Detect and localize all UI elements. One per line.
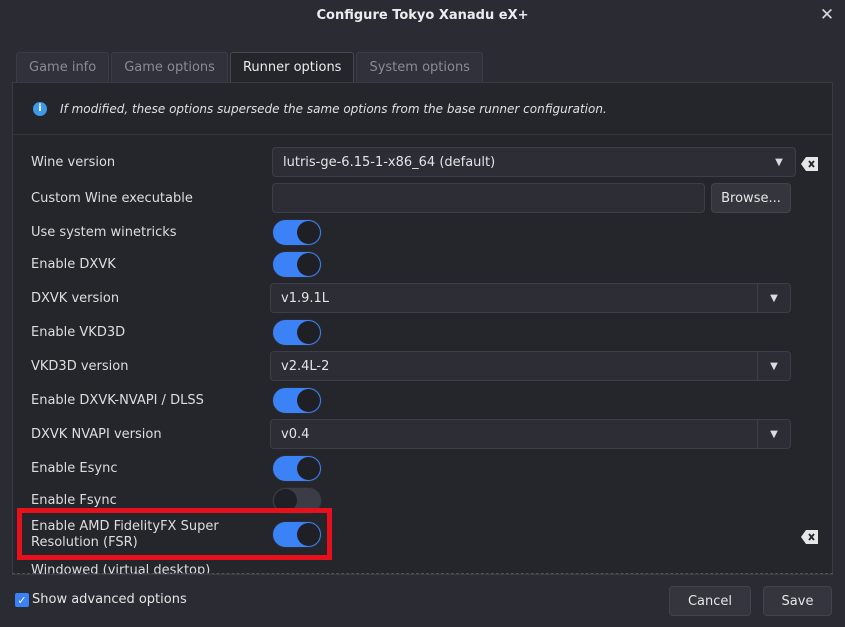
clear-icon[interactable] [801, 530, 819, 544]
system-winetricks-toggle[interactable] [272, 219, 322, 246]
tab-system-options[interactable]: System options [356, 52, 483, 82]
toggle-knob [297, 389, 320, 412]
chevron-down-icon[interactable]: ▼ [758, 420, 790, 448]
wine-version-label: Wine version [31, 155, 116, 170]
chevron-down-icon[interactable]: ▼ [758, 284, 790, 312]
fsr-highlight-box [17, 508, 332, 560]
dxvk-nvapi-version-label: DXVK NVAPI version [31, 427, 162, 442]
info-icon: i [33, 101, 47, 116]
dxvk-version-value: v1.9.1L [281, 290, 330, 306]
toggle-knob [297, 221, 320, 244]
panel-divider [12, 573, 833, 574]
chevron-down-icon: ▼ [775, 156, 783, 168]
custom-wine-input[interactable] [272, 183, 705, 213]
cancel-button[interactable]: Cancel [669, 586, 751, 616]
browse-button[interactable]: Browse... [711, 183, 791, 213]
vkd3d-version-value: v2.4L-2 [281, 358, 330, 374]
dxvk-nvapi-version-value: v0.4 [281, 426, 310, 442]
clear-icon[interactable] [801, 157, 819, 171]
wine-version-value: lutris-ge-6.15-1-x86_64 (default) [283, 154, 496, 170]
system-winetricks-label: Use system winetricks [31, 225, 177, 240]
toggle-knob [297, 457, 320, 480]
dxvk-version-label: DXVK version [31, 291, 120, 306]
dxvk-nvapi-version-select[interactable]: v0.4 ▼ [270, 419, 791, 449]
tab-bar: Game info Game options Runner options Sy… [16, 52, 485, 82]
tab-runner-options[interactable]: Runner options [229, 52, 355, 82]
runner-options-panel[interactable]: i If modified, these options supersede t… [12, 82, 833, 575]
vkd3d-version-label: VKD3D version [31, 359, 129, 374]
toggle-knob [297, 253, 320, 276]
close-icon[interactable]: ✕ [815, 3, 839, 27]
enable-dxvk-label: Enable DXVK [31, 257, 116, 272]
enable-dxvk-toggle[interactable] [272, 251, 322, 278]
enable-dxvk-nvapi-toggle[interactable] [272, 387, 322, 414]
dxvk-version-select[interactable]: v1.9.1L ▼ [270, 283, 791, 313]
window-titlebar: Configure Tokyo Xanadu eX+ ✕ [0, 0, 845, 30]
toggle-knob [297, 321, 320, 344]
enable-esync-toggle[interactable] [272, 455, 322, 482]
info-text: If modified, these options supersede the… [60, 101, 607, 116]
enable-esync-label: Enable Esync [31, 461, 118, 476]
enable-fsync-label: Enable Fsync [31, 493, 117, 508]
enable-dxvk-nvapi-label: Enable DXVK-NVAPI / DLSS [31, 393, 204, 408]
window-title: Configure Tokyo Xanadu eX+ [316, 7, 529, 23]
info-banner: i If modified, these options supersede t… [13, 83, 832, 135]
wine-version-select[interactable]: lutris-ge-6.15-1-x86_64 (default) ▼ [272, 147, 796, 177]
enable-vkd3d-label: Enable VKD3D [31, 325, 126, 340]
show-advanced-checkbox[interactable]: ✓ [15, 593, 29, 607]
show-advanced-label[interactable]: Show advanced options [32, 592, 187, 607]
save-button[interactable]: Save [763, 586, 832, 616]
tab-game-info[interactable]: Game info [16, 52, 110, 82]
chevron-down-icon[interactable]: ▼ [758, 352, 790, 380]
custom-wine-label: Custom Wine executable [31, 191, 193, 206]
vkd3d-version-select[interactable]: v2.4L-2 ▼ [270, 351, 791, 381]
enable-vkd3d-toggle[interactable] [272, 319, 322, 346]
tab-game-options[interactable]: Game options [111, 52, 228, 82]
